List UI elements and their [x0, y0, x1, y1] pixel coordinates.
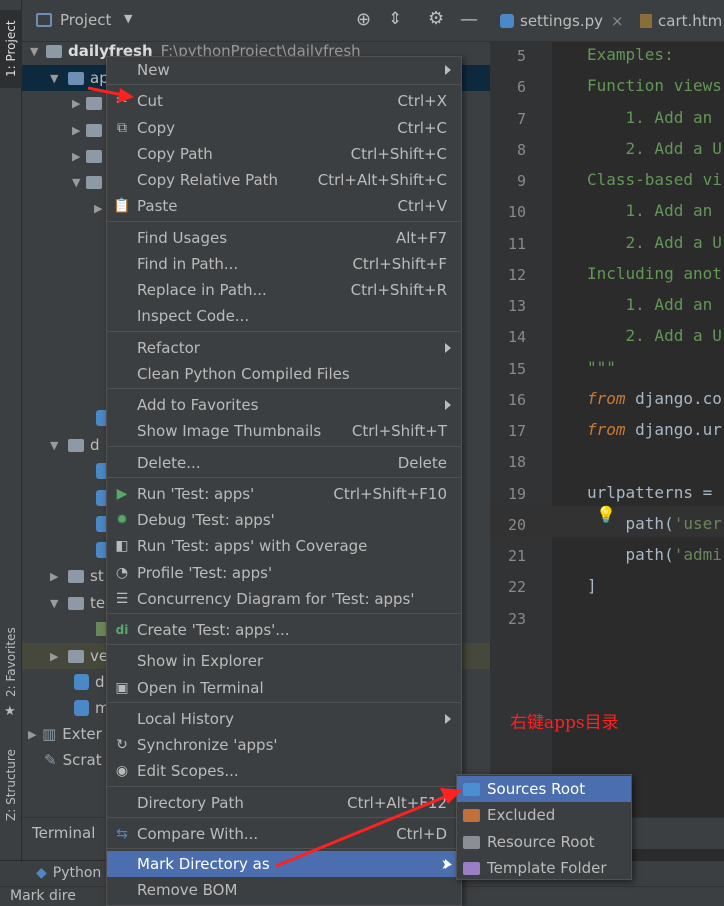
annotation-arrowhead — [118, 88, 134, 103]
annotation-arrow-sources-root — [275, 792, 453, 868]
mouse-cursor-icon: ➤ — [441, 857, 453, 873]
annotation-arrows — [87, 86, 462, 868]
